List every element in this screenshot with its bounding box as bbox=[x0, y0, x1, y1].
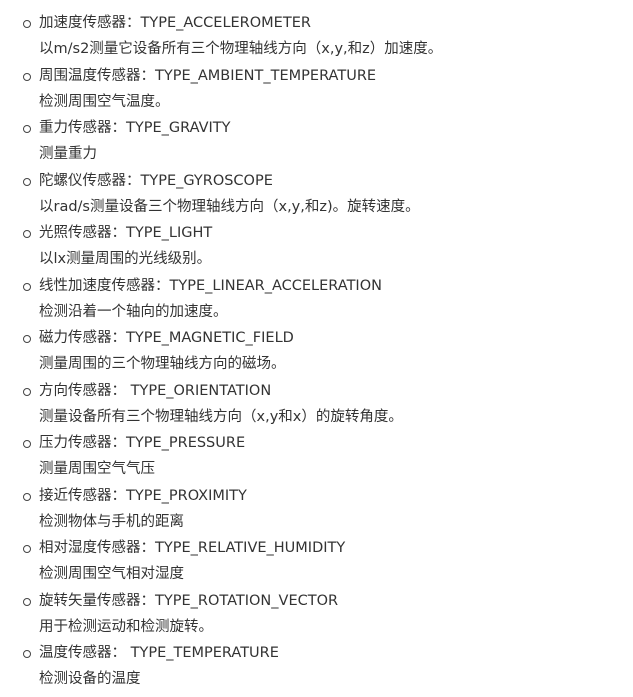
bullet-icon bbox=[23, 20, 31, 28]
sensor-description: 以m/s2测量它设备所有三个物理轴线方向（x,y,和z）加速度。 bbox=[39, 41, 443, 57]
bullet-icon bbox=[23, 387, 31, 396]
list-item: 方向传感器： TYPE_ORIENTATION 测量设备所有三个物理轴线方向（x… bbox=[0, 378, 633, 431]
sensor-description: 用于检测运动和检测旋转。 bbox=[39, 618, 213, 635]
bullet-icon bbox=[23, 335, 31, 343]
bullet-icon bbox=[23, 597, 31, 606]
sensor-title: 磁力传感器：TYPE_MAGNETIC_FIELD bbox=[39, 330, 294, 346]
sensor-title: 陀螺仪传感器：TYPE_GYROSCOPE bbox=[39, 172, 273, 189]
list-item: 相对湿度传感器：TYPE_RELATIVE_HUMIDITY 检测周围空气相对湿… bbox=[0, 535, 633, 588]
sensor-list: 加速度传感器：TYPE_ACCELEROMETER 以m/s2测量它设备所有三个… bbox=[0, 0, 633, 693]
sensor-description: 测量周围的三个物理轴线方向的磁场。 bbox=[39, 356, 286, 372]
bullet-icon bbox=[23, 177, 31, 186]
list-item: 陀螺仪传感器：TYPE_GYROSCOPE 以rad/s测量设备三个物理轴线方向… bbox=[0, 168, 633, 221]
list-item: 周围温度传感器：TYPE_AMBIENT_TEMPERATURE 检测周围空气温… bbox=[0, 63, 633, 116]
sensor-description: 以lx测量周围的光线级别。 bbox=[39, 251, 212, 267]
sensor-description: 检测周围空气相对湿度 bbox=[39, 566, 184, 582]
list-item: 光照传感器：TYPE_LIGHT 以lx测量周围的光线级别。 bbox=[0, 220, 633, 273]
sensor-title: 加速度传感器：TYPE_ACCELEROMETER bbox=[39, 15, 311, 31]
list-item: 重力传感器：TYPE_GRAVITY 测量重力 bbox=[0, 115, 633, 168]
sensor-title: 相对湿度传感器：TYPE_RELATIVE_HUMIDITY bbox=[39, 540, 346, 556]
sensor-description: 测量周围空气气压 bbox=[39, 461, 155, 477]
list-item: 接近传感器：TYPE_PROXIMITY 检测物体与手机的距离 bbox=[0, 483, 633, 536]
bullet-icon bbox=[23, 282, 31, 291]
list-item: 压力传感器：TYPE_PRESSURE 测量周围空气气压 bbox=[0, 430, 633, 483]
bullet-icon bbox=[23, 545, 31, 553]
sensor-title: 方向传感器： TYPE_ORIENTATION bbox=[39, 382, 272, 399]
bullet-icon bbox=[23, 492, 31, 501]
sensor-title: 旋转矢量传感器：TYPE_ROTATION_VECTOR bbox=[39, 592, 339, 609]
sensor-title: 接近传感器：TYPE_PROXIMITY bbox=[39, 487, 247, 504]
sensor-description: 检测沿着一个轴向的加速度。 bbox=[39, 303, 228, 320]
sensor-title: 温度传感器： TYPE_TEMPERATURE bbox=[39, 645, 279, 661]
list-item: 加速度传感器：TYPE_ACCELEROMETER 以m/s2测量它设备所有三个… bbox=[0, 10, 633, 63]
sensor-description: 检测周围空气温度。 bbox=[39, 93, 170, 110]
bullet-icon bbox=[23, 230, 31, 238]
sensor-title: 线性加速度传感器：TYPE_LINEAR_ACCELERATION bbox=[39, 277, 382, 294]
sensor-description: 以rad/s测量设备三个物理轴线方向（x,y,和z)。旋转速度。 bbox=[39, 198, 420, 215]
list-item: 温度传感器： TYPE_TEMPERATURE 检测设备的温度 bbox=[0, 640, 633, 693]
sensor-description: 检测设备的温度 bbox=[39, 671, 141, 687]
bullet-icon bbox=[23, 440, 31, 448]
sensor-title: 压力传感器：TYPE_PRESSURE bbox=[39, 435, 246, 451]
bullet-icon bbox=[23, 72, 31, 81]
sensor-description: 测量重力 bbox=[39, 146, 97, 162]
bullet-icon bbox=[23, 125, 31, 133]
sensor-title: 光照传感器：TYPE_LIGHT bbox=[39, 225, 213, 241]
sensor-title: 周围温度传感器：TYPE_AMBIENT_TEMPERATURE bbox=[39, 67, 377, 84]
list-item: 线性加速度传感器：TYPE_LINEAR_ACCELERATION 检测沿着一个… bbox=[0, 273, 633, 326]
list-item: 旋转矢量传感器：TYPE_ROTATION_VECTOR 用于检测运动和检测旋转… bbox=[0, 588, 633, 641]
bullet-icon bbox=[23, 650, 31, 658]
sensor-description: 检测物体与手机的距离 bbox=[39, 513, 184, 530]
sensor-title: 重力传感器：TYPE_GRAVITY bbox=[39, 120, 231, 136]
list-item: 磁力传感器：TYPE_MAGNETIC_FIELD 测量周围的三个物理轴线方向的… bbox=[0, 325, 633, 378]
sensor-description: 测量设备所有三个物理轴线方向（x,y和x）的旋转角度。 bbox=[39, 408, 403, 425]
